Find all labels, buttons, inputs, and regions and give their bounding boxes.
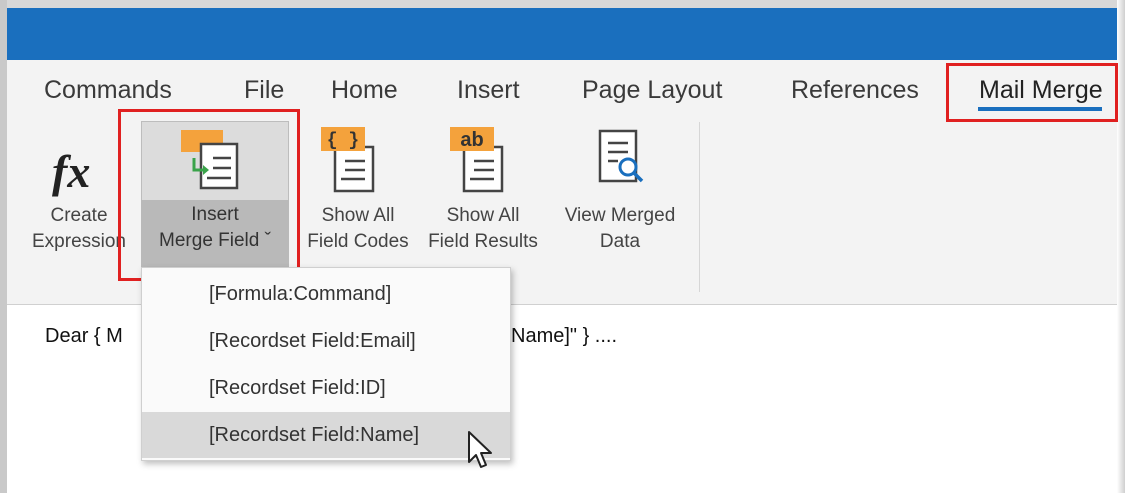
fx-icon: fx xyxy=(52,146,90,197)
window-left-edge xyxy=(0,0,7,493)
merge-field-dropdown: [Formula:Command] [Recordset Field:Email… xyxy=(141,267,511,461)
document-text-end: Name]" } .... xyxy=(511,325,618,347)
menu-item-recordset-id[interactable]: [Recordset Field:ID] xyxy=(142,365,510,411)
window-top-edge xyxy=(0,0,1125,8)
tab-references[interactable]: References xyxy=(791,76,919,105)
field-results-icon: ab xyxy=(450,127,504,193)
mouse-pointer-icon xyxy=(468,431,492,468)
ribbon-group-separator xyxy=(699,122,700,292)
app-window: Commands File Home Insert Page Layout Re… xyxy=(0,0,1125,493)
menu-item-formula-command[interactable]: [Formula:Command] xyxy=(142,271,510,317)
show-all-field-codes-label-2: Field Codes xyxy=(307,231,409,252)
show-all-field-results-label-1: Show All xyxy=(446,205,520,226)
menu-item-recordset-name[interactable]: [Recordset Field:Name] xyxy=(142,412,510,458)
show-all-field-results-label-2: Field Results xyxy=(428,231,538,252)
svg-text:fx: fx xyxy=(52,146,90,197)
document-text-start: Dear { M xyxy=(45,325,123,347)
field-results-badge: ab xyxy=(460,129,483,151)
show-all-field-codes-button[interactable]: { } Show All Field Codes xyxy=(305,121,411,267)
view-merged-data-label-1: View Merged xyxy=(564,205,676,226)
field-codes-badge: { } xyxy=(327,131,359,151)
view-merged-data-label-2: Data xyxy=(599,231,641,252)
tab-commands[interactable]: Commands xyxy=(44,76,172,105)
menu-item-recordset-email[interactable]: [Recordset Field:Email] xyxy=(142,318,510,364)
tab-page-layout[interactable]: Page Layout xyxy=(582,76,722,105)
tab-home[interactable]: Home xyxy=(331,76,398,105)
title-bar xyxy=(7,8,1117,60)
view-merged-data-icon xyxy=(598,129,644,183)
view-merged-data-button[interactable]: View Merged Data xyxy=(552,121,688,267)
window-right-shadow xyxy=(1117,0,1125,493)
tab-insert[interactable]: Insert xyxy=(457,76,520,105)
tab-highlight-box xyxy=(946,63,1118,122)
field-codes-icon: { } xyxy=(321,127,375,193)
tab-file[interactable]: File xyxy=(244,76,284,105)
show-all-field-codes-label-1: Show All xyxy=(321,205,395,226)
button-highlight-box xyxy=(118,109,300,281)
show-all-field-results-button[interactable]: ab Show All Field Results xyxy=(420,121,546,267)
